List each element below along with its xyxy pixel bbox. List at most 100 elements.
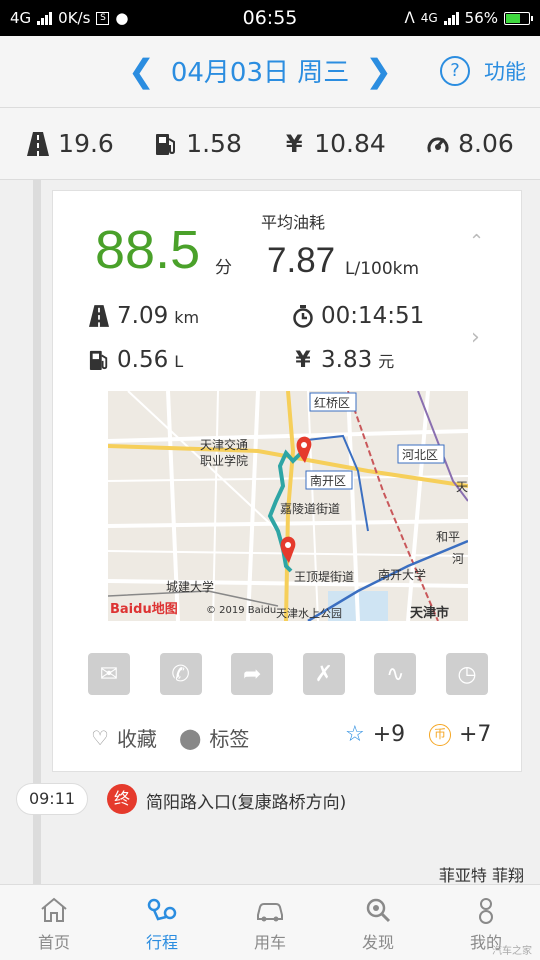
bottom-nav: 首页 行程 用车 发现 我的 xyxy=(0,884,540,960)
route-pin-icon xyxy=(147,898,177,921)
map-label-tianjin: 天津市 xyxy=(410,605,449,621)
search-icon xyxy=(366,898,391,923)
map-label-chengjian: 城建大学 xyxy=(166,579,214,594)
nav-discover-label: 发现 xyxy=(361,933,394,952)
collapse-icon[interactable]: ⌃ xyxy=(469,231,484,252)
signal-icon-right xyxy=(443,11,459,25)
trip-card[interactable]: 88.5 分 平均油耗 7.87 L/100km ⌃ › 7.09 km 00:… xyxy=(52,190,522,772)
nav-trip[interactable]: 行程 xyxy=(108,885,216,960)
trip-cost: ¥ 3.83 元 xyxy=(291,347,394,373)
map-copyright: © 2019 Baidu xyxy=(206,605,276,616)
car-model: 菲亚特 菲翔 xyxy=(438,866,524,885)
tag-label: 标签 xyxy=(209,727,250,751)
timeline-line xyxy=(33,180,41,884)
action-bar: ✉ ✆ ➦ ✗ ∿ ◷ xyxy=(88,653,488,695)
map-label-heping: 和平 xyxy=(436,530,460,544)
favorite-label: 收藏 xyxy=(116,727,157,751)
coin-reward: 币 +7 xyxy=(429,722,491,747)
end-address[interactable]: 简阳路入口(复康路桥方向) xyxy=(146,788,346,813)
nav-car[interactable]: 用车 xyxy=(216,885,324,960)
tag-button[interactable]: ⬤ 标签 xyxy=(179,723,249,752)
header: ❮ 04月03日 周三 ❯ ? 功能 xyxy=(0,36,540,108)
avg-consumption-label: 平均油耗 xyxy=(261,213,326,232)
home-icon xyxy=(41,897,67,922)
fuel-pump-icon xyxy=(154,131,178,157)
map-label-hongqiao: 红桥区 xyxy=(314,395,350,410)
route-icon[interactable]: ∿ xyxy=(374,653,417,695)
star-value: +9 xyxy=(372,722,406,747)
end-badge: 终 xyxy=(107,784,137,814)
no-phone-icon[interactable]: ✗ xyxy=(302,653,345,695)
status-bar: 4G 0K/s S ● 06:55 ᐱ 4G 56% xyxy=(0,0,540,36)
summary-avg-value: 8.06 xyxy=(458,129,514,158)
map-label-shuishang: 天津水上公园 xyxy=(276,607,342,620)
map-label-he: 河 xyxy=(452,552,464,566)
summary-distance-value: 19.6 xyxy=(58,129,114,158)
map-label-nankai: 南开区 xyxy=(310,473,346,488)
fuel-pump-icon xyxy=(87,347,111,373)
map-label-hebei: 河北区 xyxy=(402,448,438,462)
trip-cost-value: 3.83 xyxy=(321,347,373,373)
trip-distance: 7.09 km xyxy=(87,303,199,329)
watermark: 汽车之家 xyxy=(492,946,532,957)
star-icon: ☆ xyxy=(345,722,365,747)
battery-icon xyxy=(504,11,533,25)
phone-icon[interactable]: ✆ xyxy=(159,653,202,695)
map-label-zhiye: 职业学院 xyxy=(200,453,248,468)
nav-trip-label: 行程 xyxy=(145,933,178,952)
summary-cost-value: 10.84 xyxy=(314,129,386,158)
trip-distance-unit: km xyxy=(174,308,200,327)
map-label-nankai-univ: 南开大学 xyxy=(378,567,426,582)
trip-duration: 00:14:51 xyxy=(291,303,424,329)
gauge-fuel-icon xyxy=(426,131,450,157)
user-icon xyxy=(479,898,493,924)
function-button[interactable]: 功能 xyxy=(484,56,526,86)
trip-duration-value: 00:14:51 xyxy=(321,303,425,329)
detail-chevron-icon[interactable]: › xyxy=(471,325,480,350)
trip-fuel-unit: L xyxy=(174,352,184,371)
star-reward: ☆ +9 xyxy=(345,722,405,747)
daily-summary: 19.6 1.58 ¥ 10.84 8.06 xyxy=(0,108,540,180)
summary-distance: 19.6 xyxy=(26,129,114,158)
prev-day-button[interactable]: ❮ xyxy=(128,55,155,87)
summary-cost: ¥ 10.84 xyxy=(282,129,386,158)
road-icon xyxy=(87,303,111,329)
road-icon xyxy=(26,131,50,157)
speed-icon[interactable]: ◷ xyxy=(445,653,488,695)
map-label-wangding: 王顶堤街道 xyxy=(294,570,354,584)
bluetooth-icon: ᐱ xyxy=(404,9,415,27)
coin-value: +7 xyxy=(459,722,492,747)
nav-discover[interactable]: 发现 xyxy=(324,885,432,960)
summary-avg: 8.06 xyxy=(426,129,514,158)
coin-icon: 币 xyxy=(429,723,451,746)
map-label-jiaotong: 天津交通 xyxy=(200,437,248,452)
baidu-logo: Baidu地图 xyxy=(110,601,178,617)
tag-icon: ⬤ xyxy=(179,725,202,750)
car-icon xyxy=(257,903,283,922)
stopwatch-icon xyxy=(291,303,315,329)
mail-icon[interactable]: ✉ xyxy=(88,653,130,695)
summary-fuel-value: 1.58 xyxy=(186,129,242,158)
yuan-icon: ¥ xyxy=(295,347,311,373)
driving-score: 88.5 xyxy=(95,220,201,280)
help-icon[interactable]: ? xyxy=(440,56,470,86)
score-unit: 分 xyxy=(215,258,232,278)
favorite-button[interactable]: ♡ 收藏 xyxy=(91,723,157,752)
trip-fuel: 0.56 L xyxy=(87,347,183,373)
nav-car-label: 用车 xyxy=(253,933,286,952)
map-label-jialing: 嘉陵道街道 xyxy=(280,502,340,516)
battery-percent: 56% xyxy=(464,9,498,27)
trip-distance-value: 7.09 xyxy=(117,303,169,329)
date-title[interactable]: 04月03日 周三 xyxy=(171,52,349,89)
map-label-tian: 天 xyxy=(456,480,468,494)
avg-consumption-unit: L/100km xyxy=(345,259,420,279)
heart-icon: ♡ xyxy=(91,725,109,750)
avg-consumption-value: 7.87 xyxy=(267,241,336,280)
yuan-icon: ¥ xyxy=(285,129,303,158)
next-day-button[interactable]: ❯ xyxy=(365,55,392,87)
nav-home-label: 首页 xyxy=(37,933,70,952)
share-icon[interactable]: ➦ xyxy=(231,653,274,695)
nav-home[interactable]: 首页 xyxy=(0,885,108,960)
route-map[interactable]: 红桥区 河北区 南开区 嘉陵道街道 王顶堤街道 南开大学 和平 河 天 天津交通… xyxy=(108,391,468,621)
trip-cost-unit: 元 xyxy=(378,352,395,371)
